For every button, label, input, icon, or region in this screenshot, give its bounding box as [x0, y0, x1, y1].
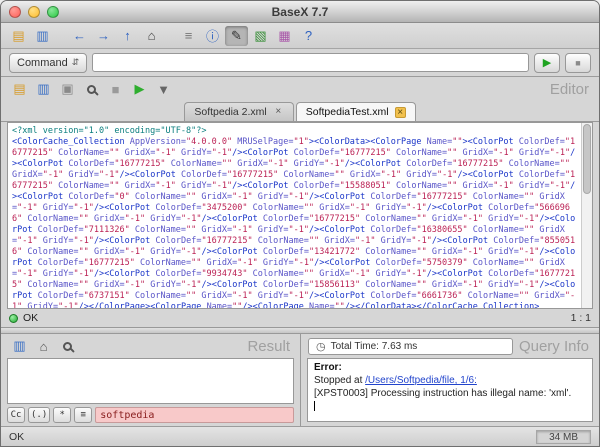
back-icon[interactable]: ←: [68, 26, 91, 46]
multiline-button[interactable]: ≡: [74, 407, 93, 423]
save-result-icon[interactable]: ▥: [8, 336, 31, 356]
help-icon[interactable]: ?: [297, 26, 320, 46]
clock-icon: ◷: [316, 340, 326, 353]
tab-label: Softpedia 2.xml: [194, 106, 267, 118]
main-toolbar: ▤ ▥ ← → ↑ ⌂ ≡ ⓘ ✎ ▧ ▦?: [1, 23, 599, 49]
open-file-icon[interactable]: ▣: [56, 79, 79, 99]
status-text: OK: [9, 430, 25, 443]
home-icon[interactable]: ⌂: [140, 26, 163, 46]
result-toolbar-icons: ▥ ⌂: [8, 336, 79, 356]
search-icon[interactable]: [80, 79, 103, 99]
editor-view-icon[interactable]: ✎: [225, 25, 248, 46]
error-label: Error:: [314, 362, 342, 373]
query-info-toolbar: ◷ Total Time: 7.63 ms Query Info: [301, 334, 599, 358]
basex-window: BaseX 7.7 ▤ ▥ ← → ↑ ⌂ ≡ ⓘ ✎ ▧ ▦? Command ⇵ ▶ ■ ▤ ▥ ▣…: [0, 0, 600, 447]
command-mode-label: Command: [17, 56, 68, 69]
minimize-button[interactable]: [28, 6, 40, 18]
search-icon: [63, 341, 72, 351]
stop-command-button[interactable]: ■: [565, 52, 591, 73]
editor-status-text: OK: [23, 312, 39, 324]
tab-softpediatest-xml[interactable]: SoftpediaTest.xml ×: [295, 102, 416, 121]
total-time-box: ◷ Total Time: 7.63 ms: [308, 337, 513, 355]
match-case-button[interactable]: Cc: [7, 407, 25, 423]
open-database-icon[interactable]: ▥: [31, 26, 54, 46]
home-icon[interactable]: ⌂: [32, 336, 55, 356]
xml-source[interactable]: <?xml version="1.0" encoding="UTF-8"?> <…: [8, 123, 581, 308]
command-input[interactable]: [92, 53, 529, 72]
run-icon[interactable]: ▶: [128, 79, 151, 99]
regex-button[interactable]: *: [53, 407, 72, 423]
filter-icon[interactable]: ▼: [152, 79, 175, 99]
scrollbar-thumb[interactable]: [583, 124, 591, 194]
command-mode-select[interactable]: Command ⇵: [9, 52, 88, 73]
stop-icon[interactable]: ■: [104, 79, 127, 99]
cursor-line: [314, 400, 586, 413]
window-title: BaseX 7.7: [271, 4, 329, 19]
close-tab-icon[interactable]: ×: [273, 106, 284, 118]
toolbar-separator: [55, 27, 67, 45]
stopped-line: Stopped at /Users/Softpedia/file, 1/6:: [314, 374, 586, 387]
editor-toolbar: ▤ ▥ ▣ ■ ▶ ▼ Editor: [1, 77, 599, 101]
memory-indicator[interactable]: 34 MB: [536, 429, 591, 444]
result-search-input[interactable]: [95, 407, 294, 423]
play-icon: ▶: [542, 57, 552, 69]
ok-status-icon: [9, 313, 18, 323]
editor-status-bar: OK 1 : 1: [1, 309, 599, 327]
command-bar: Command ⇵ ▶ ■: [1, 49, 599, 77]
run-command-button[interactable]: ▶: [534, 52, 560, 73]
error-message: [XPST0003] Processing instruction has il…: [314, 388, 572, 399]
search-option-buttons: Cc (.) * ≡: [7, 407, 93, 423]
zoom-button[interactable]: [47, 6, 59, 18]
editor-scrollbar[interactable]: [581, 123, 592, 308]
toolbar-separator: [164, 27, 176, 45]
forward-icon[interactable]: →: [92, 26, 115, 46]
stopped-prefix: Stopped at: [314, 375, 366, 386]
error-location-link[interactable]: /Users/Softpedia/file, 1/6:: [365, 375, 477, 386]
window-controls: [9, 6, 59, 18]
result-toolbar: ▥ ⌂ Result: [1, 334, 300, 358]
editor-panel: ▤ ▥ ▣ ■ ▶ ▼ Editor Softpedia 2.xml × Softpedi…: [1, 77, 599, 328]
caret-position: 1 : 1: [570, 312, 591, 324]
total-time-text: Total Time: 7.63 ms: [330, 340, 418, 352]
chevron-updown-icon: ⇵: [71, 57, 80, 67]
editor-toolbar-icons: ▤ ▥ ▣ ■ ▶ ▼: [8, 79, 175, 99]
new-file-icon[interactable]: ▤: [8, 79, 31, 99]
result-panel-label: Result: [247, 337, 290, 355]
window-status-bar: OK 34 MB: [1, 426, 599, 446]
tree-view-icon[interactable]: ▧: [249, 26, 272, 46]
titlebar[interactable]: BaseX 7.7: [1, 1, 599, 23]
result-output: [7, 358, 294, 404]
up-icon[interactable]: ↑: [116, 26, 139, 46]
result-search-bar: Cc (.) * ≡: [1, 404, 300, 426]
query-info-output: Error: Stopped at /Users/Softpedia/file,…: [307, 358, 593, 422]
editor-text-area[interactable]: <?xml version="1.0" encoding="UTF-8"?> <…: [7, 122, 593, 309]
search-icon: [87, 84, 96, 94]
query-info-panel-label: Query Info: [518, 337, 589, 355]
text-view-icon[interactable]: ≡: [177, 26, 200, 46]
result-panel: ▥ ⌂ Result Cc (.) * ≡: [1, 334, 301, 426]
tab-softpedia-2-xml[interactable]: Softpedia 2.xml ×: [184, 102, 294, 121]
bottom-panels: ▥⌂ Result Cc(.)*≡ ◷ Total Time: 7.63 ms …: [1, 334, 599, 426]
new-database-icon[interactable]: ▤: [7, 26, 30, 46]
whole-word-button[interactable]: (.): [28, 407, 51, 423]
text-caret: [314, 401, 315, 412]
search-icon[interactable]: [56, 336, 79, 356]
close-button[interactable]: [9, 6, 21, 18]
save-file-icon[interactable]: ▥: [32, 79, 55, 99]
close-tab-icon[interactable]: ×: [394, 106, 406, 118]
query-info-panel: ◷ Total Time: 7.63 ms Query Info Error: …: [301, 334, 599, 426]
info-view-icon[interactable]: ⓘ: [201, 26, 224, 46]
map-view-icon[interactable]: ▦: [273, 26, 296, 46]
editor-panel-label: Editor: [549, 80, 589, 98]
tab-label: SoftpediaTest.xml: [305, 106, 389, 118]
editor-tabbar: Softpedia 2.xml × SoftpediaTest.xml ×: [1, 101, 599, 122]
stop-icon: ■: [575, 57, 581, 68]
